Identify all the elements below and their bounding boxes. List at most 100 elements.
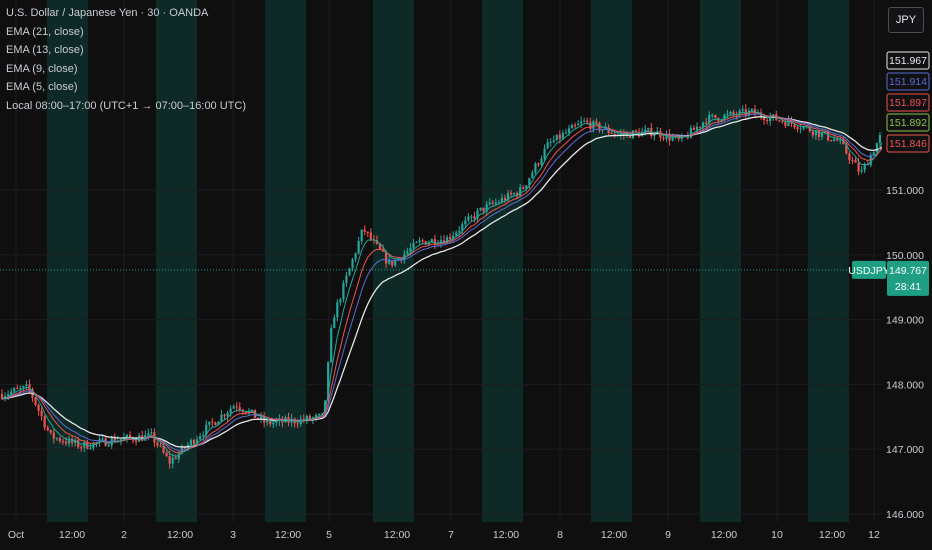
candle-body-127 xyxy=(388,260,391,264)
candle-body-153 xyxy=(467,216,470,221)
x-tick-label-14: 10 xyxy=(771,529,783,541)
x-tick-label-2: 2 xyxy=(121,529,127,541)
symbol-label: USDJPY xyxy=(848,265,889,277)
candle-body-180 xyxy=(549,141,552,143)
candlesticks[interactable] xyxy=(0,104,885,469)
candle-body-201 xyxy=(613,133,616,135)
candle-body-25 xyxy=(77,440,80,448)
x-tick-label-7: 12:00 xyxy=(384,529,410,541)
candle-body-149 xyxy=(455,232,458,236)
indicator-session[interactable]: Local 08:00–17:00 (UTC+1 → 07:00–16:00 U… xyxy=(6,97,246,116)
candle-body-89 xyxy=(272,422,275,425)
x-tick-label-1: 12:00 xyxy=(59,529,85,541)
y-tick-label-0: 146.000 xyxy=(886,509,924,521)
candle-body-243 xyxy=(741,109,744,111)
candle-body-256 xyxy=(781,120,784,122)
candle-body-48 xyxy=(147,433,150,436)
candle-body-14 xyxy=(43,416,46,428)
candle-body-29 xyxy=(89,448,92,450)
session-band-4 xyxy=(482,0,523,522)
x-tick-label-10: 8 xyxy=(557,529,563,541)
candle-body-288 xyxy=(878,135,882,144)
x-tick-label-6: 5 xyxy=(326,529,332,541)
ema21-line xyxy=(1,116,884,448)
symbol-title[interactable]: U.S. Dollar / Japanese Yen · 30 · OANDA xyxy=(6,4,246,23)
candle-body-262 xyxy=(799,128,802,130)
candle-body-162 xyxy=(494,202,497,204)
candle-body-19 xyxy=(58,438,62,442)
price-label-last-high: 151.967 xyxy=(889,55,927,67)
candle-body-239 xyxy=(729,111,732,114)
countdown-label: 28:41 xyxy=(895,281,921,293)
candle-body-26 xyxy=(80,447,83,449)
candle-body-113 xyxy=(345,275,348,283)
candle-body-87 xyxy=(266,420,269,423)
candle-body-187 xyxy=(570,125,574,129)
candle-body-69 xyxy=(211,421,214,423)
candle-body-117 xyxy=(357,241,360,254)
candle-body-17 xyxy=(52,432,55,439)
candle-body-73 xyxy=(223,414,226,417)
candle-body-246 xyxy=(750,108,753,111)
candle-body-68 xyxy=(208,421,211,425)
candle-body-114 xyxy=(348,268,351,276)
candle-body-137 xyxy=(418,240,421,242)
candle-body-182 xyxy=(555,134,558,141)
candle-body-54 xyxy=(165,452,168,457)
candle-body-229 xyxy=(698,126,702,128)
candle-body-192 xyxy=(586,120,589,123)
price-label-ema9: 151.897 xyxy=(889,97,927,109)
currency-button[interactable]: JPY xyxy=(888,7,924,33)
candle-body-195 xyxy=(595,121,598,123)
candle-body-118 xyxy=(360,229,363,242)
y-tick-label-3: 149.000 xyxy=(886,315,924,327)
candle-body-226 xyxy=(689,127,693,138)
candle-body-185 xyxy=(564,132,568,134)
candle-body-179 xyxy=(546,142,549,149)
candle-body-228 xyxy=(695,126,699,130)
candle-body-282 xyxy=(860,170,863,172)
candle-body-194 xyxy=(592,121,595,129)
candle-body-75 xyxy=(229,408,232,413)
candle-body-231 xyxy=(705,122,708,124)
candle-body-52 xyxy=(159,445,162,447)
candle-body-157 xyxy=(479,207,482,211)
candle-body-177 xyxy=(540,158,543,165)
candle-body-115 xyxy=(351,259,354,269)
indicator-ema9[interactable]: EMA (9, close) xyxy=(6,60,246,79)
candle-body-273 xyxy=(833,139,836,141)
candle-body-161 xyxy=(491,202,494,204)
candle-body-158 xyxy=(482,207,485,212)
indicator-ema21[interactable]: EMA (21, close) xyxy=(6,23,246,42)
indicator-ema13[interactable]: EMA (13, close) xyxy=(6,41,246,60)
candle-body-49 xyxy=(150,432,153,434)
x-tick-label-0: Oct xyxy=(8,529,24,541)
candle-body-266 xyxy=(811,131,814,136)
candle-body-147 xyxy=(448,237,452,239)
candle-body-280 xyxy=(854,160,857,163)
candle-body-109 xyxy=(333,317,336,329)
candle-body-152 xyxy=(464,220,467,225)
time-axis[interactable]: Oct 12:00 2 12:00 3 12:00 5 12:00 7 12:00 8 12:00 9 1… xyxy=(0,522,932,550)
candle-body-110 xyxy=(336,302,339,318)
candle-body-18 xyxy=(55,438,58,440)
x-tick-label-16: 12 xyxy=(868,529,880,541)
candle-body-227 xyxy=(692,127,696,130)
candle-body-170 xyxy=(519,187,522,196)
x-tick-label-9: 12:00 xyxy=(493,529,519,541)
candle-body-8 xyxy=(25,384,28,387)
candle-body-160 xyxy=(488,202,491,205)
x-tick-label-15: 12:00 xyxy=(819,529,845,541)
session-band-2 xyxy=(265,0,306,522)
x-tick-label-4: 3 xyxy=(230,529,236,541)
price-label-ema13: 151.914 xyxy=(889,76,927,88)
y-tick-label-2: 148.000 xyxy=(886,379,924,391)
indicator-ema5[interactable]: EMA (5, close) xyxy=(6,78,246,97)
ema5-line xyxy=(1,110,884,458)
candle-body-56 xyxy=(171,457,174,464)
candle-body-134 xyxy=(409,248,412,252)
candle-body-13 xyxy=(40,410,43,417)
candle-body-104 xyxy=(317,414,321,416)
candle-body-51 xyxy=(156,442,159,446)
session-band-6 xyxy=(700,0,741,522)
